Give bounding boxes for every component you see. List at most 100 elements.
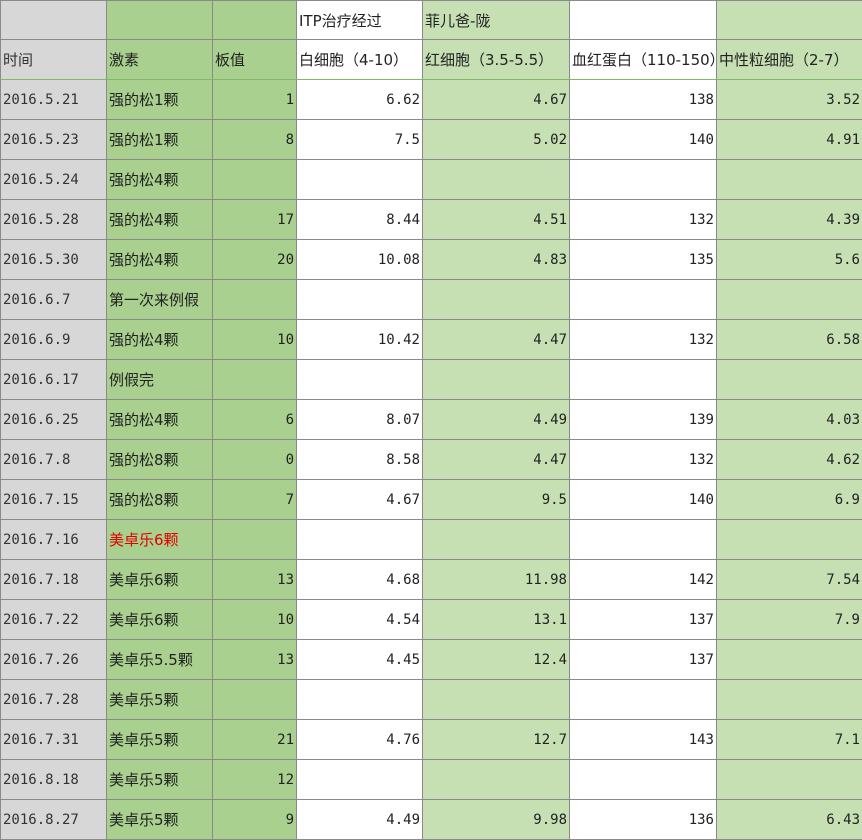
sheet-title[interactable]: ITP治疗经过: [297, 1, 423, 40]
cell-date[interactable]: 2016.7.8: [1, 440, 107, 480]
cell-hgb[interactable]: 142: [570, 560, 717, 600]
cell-hgb[interactable]: [570, 520, 717, 560]
cell-rbc[interactable]: 12.4: [423, 640, 570, 680]
cell-date[interactable]: 2016.5.28: [1, 200, 107, 240]
cell-neut[interactable]: 7.9: [717, 600, 862, 640]
cell-hormone[interactable]: 强的松4颗: [107, 320, 213, 360]
cell-hormone[interactable]: 强的松4颗: [107, 200, 213, 240]
title-cell-empty-neut[interactable]: [717, 1, 862, 40]
cell-wbc[interactable]: 8.58: [297, 440, 423, 480]
cell-neut[interactable]: 6.58: [717, 320, 862, 360]
cell-platelet[interactable]: [213, 520, 297, 560]
cell-hgb[interactable]: 137: [570, 600, 717, 640]
cell-hormone[interactable]: 美卓乐5颗: [107, 800, 213, 840]
cell-rbc[interactable]: 5.02: [423, 120, 570, 160]
cell-hormone[interactable]: 强的松4颗: [107, 240, 213, 280]
cell-wbc[interactable]: [297, 520, 423, 560]
cell-platelet[interactable]: 17: [213, 200, 297, 240]
cell-platelet[interactable]: [213, 680, 297, 720]
cell-rbc[interactable]: [423, 520, 570, 560]
cell-platelet[interactable]: 1: [213, 80, 297, 120]
cell-neut[interactable]: [717, 640, 862, 680]
cell-date[interactable]: 2016.5.30: [1, 240, 107, 280]
cell-wbc[interactable]: 8.44: [297, 200, 423, 240]
cell-platelet[interactable]: [213, 160, 297, 200]
cell-neut[interactable]: 6.9: [717, 480, 862, 520]
cell-date[interactable]: 2016.7.31: [1, 720, 107, 760]
header-date[interactable]: 时间: [1, 40, 107, 80]
sheet-author[interactable]: 菲儿爸-陇: [423, 1, 570, 40]
cell-date[interactable]: 2016.5.23: [1, 120, 107, 160]
cell-hgb[interactable]: 132: [570, 440, 717, 480]
cell-date[interactable]: 2016.7.26: [1, 640, 107, 680]
cell-neut[interactable]: 4.03: [717, 400, 862, 440]
cell-date[interactable]: 2016.6.7: [1, 280, 107, 320]
cell-hgb[interactable]: 132: [570, 200, 717, 240]
cell-hormone[interactable]: 强的松4颗: [107, 160, 213, 200]
cell-rbc[interactable]: [423, 280, 570, 320]
cell-date[interactable]: 2016.5.24: [1, 160, 107, 200]
cell-date[interactable]: 2016.7.15: [1, 480, 107, 520]
cell-date[interactable]: 2016.8.18: [1, 760, 107, 800]
cell-neut[interactable]: [717, 360, 862, 400]
cell-hormone[interactable]: 美卓乐6颗: [107, 560, 213, 600]
header-rbc[interactable]: 红细胞（3.5-5.5）: [423, 40, 570, 80]
cell-wbc[interactable]: 4.68: [297, 560, 423, 600]
cell-platelet[interactable]: [213, 280, 297, 320]
cell-rbc[interactable]: 4.47: [423, 320, 570, 360]
cell-hgb[interactable]: [570, 160, 717, 200]
cell-rbc[interactable]: 4.49: [423, 400, 570, 440]
cell-platelet[interactable]: 20: [213, 240, 297, 280]
cell-wbc[interactable]: 6.62: [297, 80, 423, 120]
title-cell-empty-hormone[interactable]: [107, 1, 213, 40]
cell-wbc[interactable]: 4.49: [297, 800, 423, 840]
cell-hormone[interactable]: 例假完: [107, 360, 213, 400]
cell-hormone[interactable]: 美卓乐5颗: [107, 720, 213, 760]
cell-wbc[interactable]: [297, 680, 423, 720]
cell-neut[interactable]: [717, 280, 862, 320]
cell-rbc[interactable]: 4.67: [423, 80, 570, 120]
cell-neut[interactable]: [717, 760, 862, 800]
cell-rbc[interactable]: [423, 160, 570, 200]
cell-platelet[interactable]: 10: [213, 320, 297, 360]
cell-hgb[interactable]: 136: [570, 800, 717, 840]
cell-date[interactable]: 2016.7.22: [1, 600, 107, 640]
cell-hgb[interactable]: [570, 280, 717, 320]
cell-hgb[interactable]: 139: [570, 400, 717, 440]
cell-platelet[interactable]: 7: [213, 480, 297, 520]
cell-wbc[interactable]: 4.54: [297, 600, 423, 640]
cell-neut[interactable]: 4.39: [717, 200, 862, 240]
cell-neut[interactable]: 4.62: [717, 440, 862, 480]
cell-hormone[interactable]: 强的松8颗: [107, 480, 213, 520]
cell-date[interactable]: 2016.7.28: [1, 680, 107, 720]
cell-neut[interactable]: 4.91: [717, 120, 862, 160]
cell-rbc[interactable]: 4.47: [423, 440, 570, 480]
cell-hgb[interactable]: 137: [570, 640, 717, 680]
cell-hgb[interactable]: 140: [570, 120, 717, 160]
cell-neut[interactable]: [717, 520, 862, 560]
cell-neut[interactable]: 5.6: [717, 240, 862, 280]
cell-wbc[interactable]: 10.42: [297, 320, 423, 360]
cell-wbc[interactable]: 7.5: [297, 120, 423, 160]
title-cell-empty-platelet[interactable]: [213, 1, 297, 40]
cell-platelet[interactable]: 9: [213, 800, 297, 840]
cell-hgb[interactable]: [570, 760, 717, 800]
cell-platelet[interactable]: 13: [213, 640, 297, 680]
cell-hormone[interactable]: 强的松8颗: [107, 440, 213, 480]
header-neut[interactable]: 中性粒细胞（2-7）: [717, 40, 862, 80]
cell-rbc[interactable]: 9.98: [423, 800, 570, 840]
cell-hormone[interactable]: 美卓乐5颗: [107, 680, 213, 720]
cell-wbc[interactable]: 4.76: [297, 720, 423, 760]
cell-date[interactable]: 2016.8.27: [1, 800, 107, 840]
cell-neut[interactable]: 7.1: [717, 720, 862, 760]
header-wbc[interactable]: 白细胞（4-10）: [297, 40, 423, 80]
cell-wbc[interactable]: 4.45: [297, 640, 423, 680]
cell-rbc[interactable]: 12.7: [423, 720, 570, 760]
cell-hgb[interactable]: 138: [570, 80, 717, 120]
cell-hormone[interactable]: 美卓乐5颗: [107, 760, 213, 800]
cell-hormone[interactable]: 美卓乐6颗: [107, 520, 213, 560]
cell-wbc[interactable]: [297, 760, 423, 800]
cell-platelet[interactable]: 13: [213, 560, 297, 600]
cell-hormone[interactable]: 强的松1颗: [107, 120, 213, 160]
cell-hormone[interactable]: 第一次来例假: [107, 280, 213, 320]
